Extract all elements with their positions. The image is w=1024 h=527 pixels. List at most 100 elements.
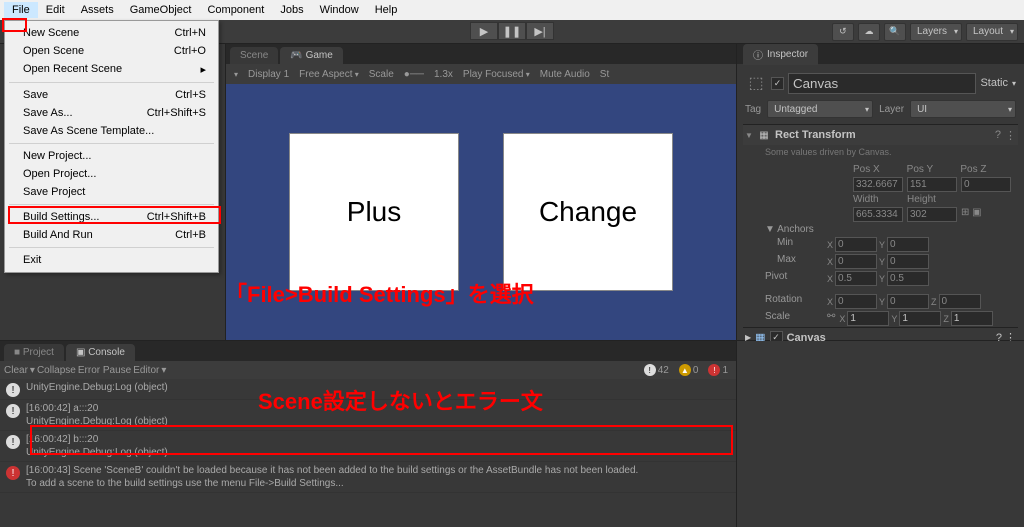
cloud-icon[interactable]: ☁	[858, 23, 880, 41]
menu-new-project[interactable]: New Project...	[5, 147, 218, 165]
pos-x-field[interactable]	[853, 177, 903, 192]
console-entry[interactable]: ! [16:00:42] a:::20UnityEngine.Debug:Log…	[0, 400, 736, 431]
center-tabs: Scene 🎮 Game	[226, 44, 736, 64]
game-button-plus[interactable]: Plus	[289, 133, 459, 291]
undo-history-icon[interactable]: ↺	[832, 23, 854, 41]
game-toolbar: Display 1 Free Aspect Scale ●── 1.3x Pla…	[226, 64, 736, 84]
inspector-panel: ⓘInspector ⬚ ✓ Static ▾ Tag Untagged Lay…	[736, 44, 1024, 340]
menu-open-recent[interactable]: Open Recent Scene▸	[5, 60, 218, 79]
collapse-button[interactable]: Collapse	[37, 365, 76, 376]
info-badge[interactable]: !42	[640, 364, 673, 376]
pos-y-field[interactable]	[907, 177, 957, 192]
menu-gameobject[interactable]: GameObject	[122, 2, 200, 18]
mute-audio-toggle[interactable]: Mute Audio	[540, 69, 590, 80]
layer-label: Layer	[879, 104, 904, 115]
editor-dropdown[interactable]: Editor	[133, 365, 159, 376]
height-field[interactable]	[907, 207, 957, 222]
menu-build-run[interactable]: Build And RunCtrl+B	[5, 226, 218, 244]
driven-text: Some values driven by Canvas.	[743, 145, 1018, 163]
tab-scene[interactable]: Scene	[230, 47, 278, 64]
error-pause-button[interactable]: Error Pause	[78, 365, 131, 376]
game-button-change[interactable]: Change	[503, 133, 673, 291]
scale-label: Scale	[369, 69, 394, 80]
play-focused-dropdown[interactable]: Play Focused	[463, 69, 530, 80]
anchor-min-x[interactable]	[835, 237, 877, 252]
menu-edit[interactable]: Edit	[38, 2, 73, 18]
width-field[interactable]	[853, 207, 903, 222]
pos-z-field[interactable]	[961, 177, 1011, 192]
layer-dropdown[interactable]: UI	[910, 100, 1016, 118]
blueprint-icon[interactable]: ⊞ ▣	[961, 207, 982, 222]
error-icon: !	[6, 466, 20, 480]
menu-new-scene[interactable]: New SceneCtrl+N	[5, 24, 218, 42]
info-icon: ⓘ	[753, 47, 763, 62]
play-button[interactable]: ▶	[470, 22, 498, 40]
menu-window[interactable]: Window	[312, 2, 367, 18]
pause-button[interactable]: ❚❚	[498, 22, 526, 40]
menubar: File Edit Assets GameObject Component Jo…	[0, 0, 1024, 20]
menu-save-as[interactable]: Save As...Ctrl+Shift+S	[5, 104, 218, 122]
static-dropdown-icon[interactable]: ▾	[1012, 79, 1016, 88]
anchor-max-x[interactable]	[835, 254, 877, 269]
tab-project[interactable]: ■ Project	[4, 344, 64, 361]
display-dropdown[interactable]: Display 1	[248, 69, 289, 80]
rect-transform-title: Rect Transform	[775, 129, 991, 141]
gamepad-icon: 🎮	[290, 50, 302, 61]
menu-save-project[interactable]: Save Project	[5, 183, 218, 201]
step-button[interactable]: ▶|	[526, 22, 554, 40]
rect-transform-icon: ▦	[757, 128, 771, 142]
menu-jobs[interactable]: Jobs	[272, 2, 311, 18]
layout-dropdown[interactable]: Layout	[966, 23, 1018, 41]
menu-assets[interactable]: Assets	[73, 2, 122, 18]
menu-save[interactable]: SaveCtrl+S	[5, 86, 218, 104]
console-entry[interactable]: ! UnityEngine.Debug:Log (object)	[0, 379, 736, 400]
console-list[interactable]: ! UnityEngine.Debug:Log (object) ! [16:0…	[0, 379, 736, 527]
search-icon[interactable]: 🔍	[884, 23, 906, 41]
scale-value: 1.3x	[434, 69, 453, 80]
gameobject-icon[interactable]: ⬚	[745, 72, 767, 94]
anchor-min-y[interactable]	[887, 237, 929, 252]
info-icon: !	[6, 383, 20, 397]
game-mode-dropdown[interactable]	[234, 69, 238, 80]
menu-build-settings[interactable]: Build Settings...Ctrl+Shift+B	[5, 208, 218, 226]
tab-console[interactable]: ▣ Console	[66, 344, 135, 361]
tag-label: Tag	[745, 104, 761, 115]
collapse-icon[interactable]: ▼	[745, 131, 753, 140]
aspect-dropdown[interactable]: Free Aspect	[299, 69, 359, 80]
gameobject-name-field[interactable]	[788, 73, 976, 94]
menu-exit[interactable]: Exit	[5, 251, 218, 269]
tag-dropdown[interactable]: Untagged	[767, 100, 873, 118]
menu-icon[interactable]: ⋮	[1005, 129, 1016, 142]
console-entry[interactable]: ! [16:00:42] b:::20UnityEngine.Debug:Log…	[0, 431, 736, 462]
pivot-y[interactable]	[887, 271, 929, 286]
warn-badge[interactable]: ▲0	[675, 364, 703, 376]
static-label: Static	[980, 77, 1008, 89]
scale-y[interactable]	[899, 311, 941, 326]
anchor-max-y[interactable]	[887, 254, 929, 269]
menu-help[interactable]: Help	[367, 2, 406, 18]
clear-button[interactable]: Clear	[4, 365, 28, 376]
help-icon[interactable]: ?	[995, 129, 1001, 141]
link-icon[interactable]: ⚯	[827, 311, 835, 326]
scale-z[interactable]	[951, 311, 993, 326]
rot-x[interactable]	[835, 294, 877, 309]
scale-x[interactable]	[847, 311, 889, 326]
game-view: Plus Change	[226, 84, 736, 340]
menu-save-template[interactable]: Save As Scene Template...	[5, 122, 218, 140]
menu-open-scene[interactable]: Open SceneCtrl+O	[5, 42, 218, 60]
rot-y[interactable]	[887, 294, 929, 309]
info-icon: !	[6, 435, 20, 449]
menu-component[interactable]: Component	[199, 2, 272, 18]
menu-file[interactable]: File	[4, 2, 38, 18]
menu-open-project[interactable]: Open Project...	[5, 165, 218, 183]
console-toolbar: Clear▾ Collapse Error Pause Editor▾ !42 …	[0, 361, 736, 379]
pivot-x[interactable]	[835, 271, 877, 286]
tab-inspector[interactable]: ⓘInspector	[743, 44, 818, 65]
console-entry-error[interactable]: ! [16:00:43] Scene 'SceneB' couldn't be …	[0, 462, 736, 493]
layers-dropdown[interactable]: Layers	[910, 23, 962, 41]
error-badge[interactable]: !1	[704, 364, 732, 376]
tab-game[interactable]: 🎮 Game	[280, 47, 342, 64]
rot-z[interactable]	[939, 294, 981, 309]
info-icon: !	[6, 404, 20, 418]
active-checkbox[interactable]: ✓	[771, 77, 784, 90]
